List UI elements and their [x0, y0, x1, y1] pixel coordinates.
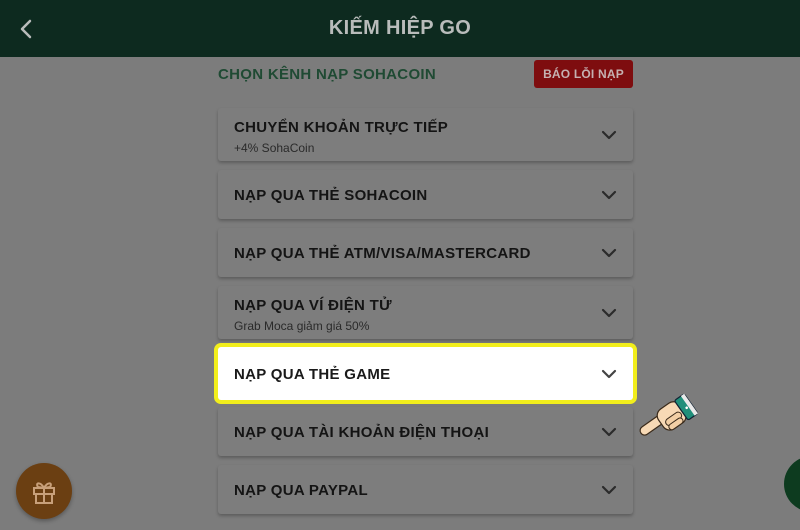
section-title: CHỌN KÊNH NẠP SOHACOIN — [218, 66, 437, 83]
channel-atm-visa-card[interactable]: NẠP QUA THẺ ATM/VISA/MASTERCARD — [218, 228, 633, 277]
channel-paypal[interactable]: NẠP QUA PAYPAL — [218, 465, 633, 514]
channel-label: CHUYỂN KHOẢN TRỰC TIẾP — [234, 119, 449, 136]
chevron-down-icon — [601, 190, 617, 200]
channel-game-card[interactable]: NẠP QUA THẺ GAME — [218, 347, 633, 400]
report-error-button[interactable]: BÁO LỖI NẠP — [534, 60, 633, 88]
channel-sub: +4% SohaCoin — [234, 141, 315, 155]
channel-bank-transfer[interactable]: CHUYỂN KHOẢN TRỰC TIẾP +4% SohaCoin — [218, 108, 633, 161]
channel-sohacoin-card[interactable]: NẠP QUA THẺ SOHACOIN — [218, 170, 633, 219]
chevron-down-icon — [601, 248, 617, 258]
channel-label: NẠP QUA TÀI KHOẢN ĐIỆN THOẠI — [234, 424, 490, 441]
channel-sub: Grab Moca giảm giá 50% — [234, 319, 370, 333]
chevron-down-icon — [601, 308, 617, 318]
chevron-down-icon — [601, 485, 617, 495]
chat-button[interactable] — [784, 456, 800, 512]
gift-icon — [33, 482, 55, 504]
channel-label: NẠP QUA PAYPAL — [234, 482, 368, 499]
chevron-down-icon — [601, 369, 617, 379]
channel-e-wallet[interactable]: NẠP QUA VÍ ĐIỆN TỬ Grab Moca giảm giá 50… — [218, 286, 633, 339]
chevron-down-icon — [601, 130, 617, 140]
channel-phone-account[interactable]: NẠP QUA TÀI KHOẢN ĐIỆN THOẠI — [218, 407, 633, 456]
chevron-down-icon — [601, 427, 617, 437]
top-bar: KIẾM HIỆP GO — [0, 0, 800, 57]
pointing-hand-icon — [639, 393, 698, 436]
page-title: KIẾM HIỆP GO — [328, 17, 472, 39]
gift-button[interactable] — [16, 463, 72, 519]
channel-label: NẠP QUA THẺ GAME — [234, 366, 391, 383]
channel-label: NẠP QUA THẺ SOHACOIN — [234, 187, 428, 204]
channel-label: NẠP QUA VÍ ĐIỆN TỬ — [234, 297, 392, 314]
channel-label: NẠP QUA THẺ ATM/VISA/MASTERCARD — [234, 245, 531, 262]
